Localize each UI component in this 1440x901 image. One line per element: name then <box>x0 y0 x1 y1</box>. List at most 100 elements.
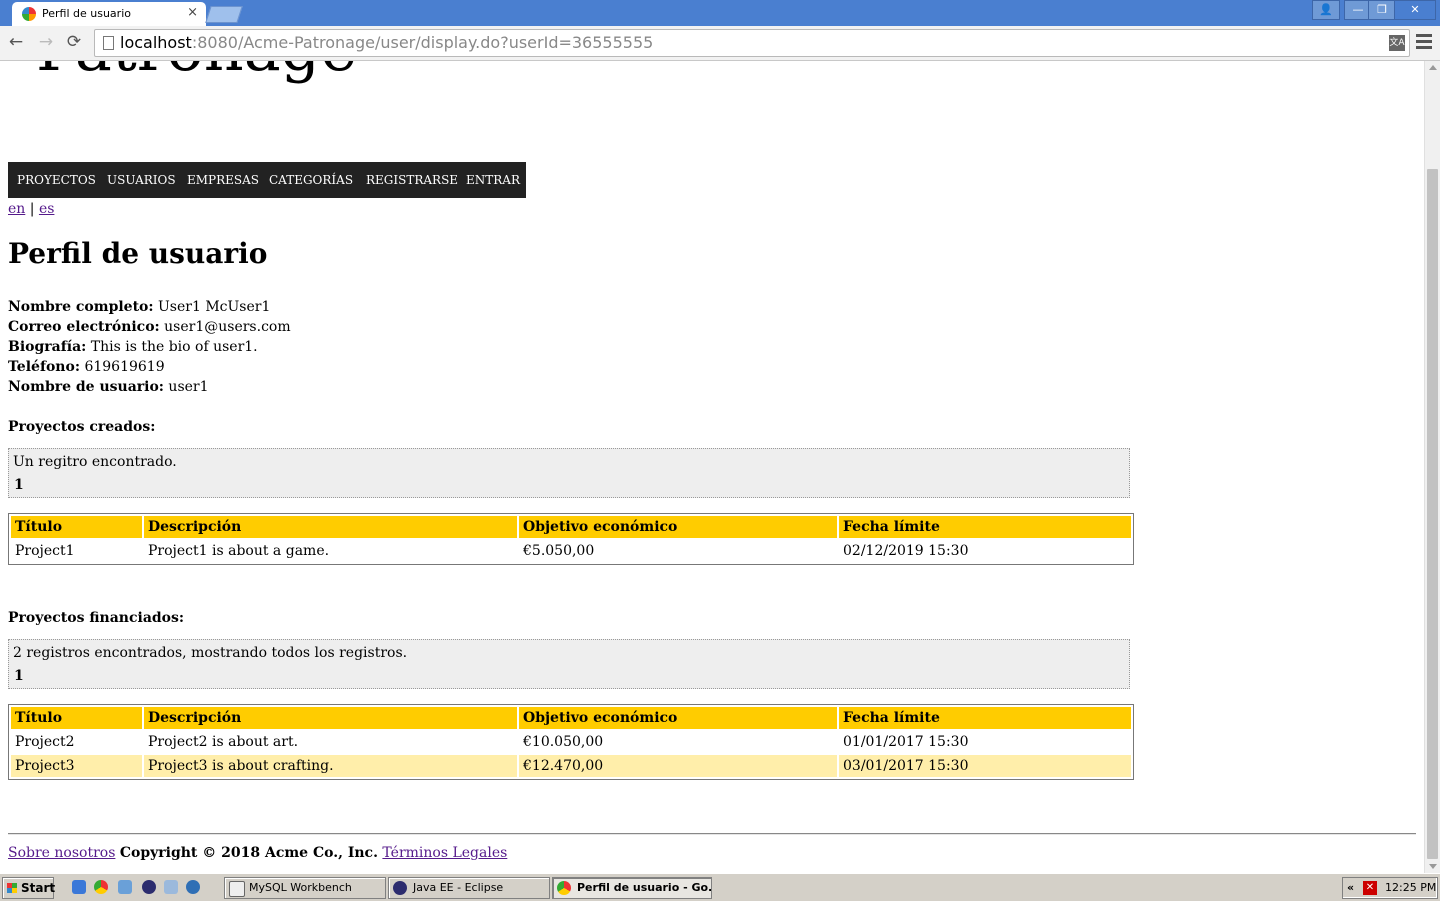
created-page-number[interactable]: 1 <box>14 477 24 493</box>
browser-toolbar: ← → ⟳ localhost:8080/Acme-Patronage/user… <box>0 26 1440 61</box>
fullname-field: Nombre completo: User1 McUser1 <box>8 299 270 315</box>
nav-item-companies[interactable]: EMPRESAS <box>187 162 259 198</box>
eclipse-icon[interactable] <box>142 880 156 894</box>
column-header-deadline[interactable]: Fecha límite <box>839 516 1131 538</box>
funded-projects-table: Título Descripción Objetivo económico Fe… <box>8 704 1134 780</box>
explorer-icon[interactable] <box>118 880 132 894</box>
eclipse-icon <box>393 881 407 895</box>
page-scrollbar[interactable] <box>1424 61 1440 873</box>
task-mysql-workbench[interactable]: MySQL Workbench <box>224 877 386 899</box>
tab-close-icon[interactable]: × <box>187 5 198 20</box>
task-chrome-active[interactable]: Perfil de usuario - Go... <box>552 877 712 899</box>
table-row[interactable]: Project3 Project3 is about crafting. €12… <box>11 755 1131 777</box>
lang-separator: | <box>25 201 39 217</box>
main-nav: PROYECTOS USUARIOS EMPRESAS CATEGORÍAS R… <box>8 162 526 198</box>
email-field: Correo electrónico: user1@users.com <box>8 319 291 335</box>
fullname-value: User1 McUser1 <box>153 299 271 315</box>
reload-icon[interactable]: ⟳ <box>64 32 84 52</box>
phone-field: Teléfono: 619619619 <box>8 359 165 375</box>
funded-page-number[interactable]: 1 <box>14 668 24 684</box>
cell-goal: €10.050,00 <box>519 731 837 753</box>
cell-goal: €5.050,00 <box>519 540 837 562</box>
image-viewer-icon[interactable] <box>164 880 178 894</box>
username-label: Nombre de usuario: <box>8 379 164 395</box>
task-eclipse[interactable]: Java EE - Eclipse <box>388 877 550 899</box>
nav-item-login[interactable]: ENTRAR <box>466 162 520 198</box>
created-banner-text: Un regitro encontrado. <box>13 454 177 470</box>
system-tray: « ✕ 12:25 PM <box>1342 877 1438 899</box>
new-tab-button[interactable] <box>205 6 243 23</box>
created-projects-table: Título Descripción Objetivo económico Fe… <box>8 513 1134 565</box>
clock[interactable]: 12:25 PM <box>1385 878 1436 898</box>
forward-arrow-icon[interactable]: → <box>36 32 56 52</box>
created-projects-label: Proyectos creados: <box>8 419 156 435</box>
address-bar[interactable]: localhost:8080/Acme-Patronage/user/displ… <box>94 29 1410 57</box>
task-label: Java EE - Eclipse <box>413 881 504 894</box>
column-header-title[interactable]: Título <box>11 516 142 538</box>
scrollbar-thumb[interactable] <box>1427 169 1438 859</box>
phone-value: 619619619 <box>80 359 165 375</box>
column-header-title[interactable]: Título <box>11 707 142 729</box>
nav-item-projects[interactable]: PROYECTOS <box>17 162 96 198</box>
column-header-goal[interactable]: Objetivo económico <box>519 516 837 538</box>
start-button[interactable]: Start <box>2 877 55 899</box>
cell-description: Project3 is about crafting. <box>144 755 517 777</box>
bio-label: Biografía: <box>8 339 87 355</box>
footer-divider <box>8 833 1416 835</box>
table-header-row: Título Descripción Objetivo económico Fe… <box>11 516 1131 538</box>
network-icon[interactable] <box>186 880 200 894</box>
nav-item-users[interactable]: USUARIOS <box>107 162 176 198</box>
chrome-icon[interactable] <box>94 880 108 894</box>
site-favicon-icon <box>22 7 36 21</box>
bio-field: Biografía: This is the bio of user1. <box>8 339 258 355</box>
nav-item-register[interactable]: REGISTRARSE <box>366 162 458 198</box>
cell-deadline: 02/12/2019 15:30 <box>839 540 1131 562</box>
os-taskbar: Start MySQL Workbench Java EE - Eclipse … <box>0 873 1440 901</box>
cell-title: Project3 <box>11 755 142 777</box>
cell-goal: €12.470,00 <box>519 755 837 777</box>
translate-icon[interactable]: 文A <box>1389 35 1405 51</box>
scroll-up-icon[interactable] <box>1429 65 1437 70</box>
username-field: Nombre de usuario: user1 <box>8 379 209 395</box>
table-row[interactable]: Project2 Project2 is about art. €10.050,… <box>11 731 1131 753</box>
scroll-down-icon[interactable] <box>1429 864 1437 869</box>
email-label: Correo electrónico: <box>8 319 160 335</box>
ie-icon[interactable] <box>72 880 86 894</box>
page-footer: Sobre nosotros Copyright © 2018 Acme Co.… <box>8 845 507 861</box>
page-icon <box>103 36 114 50</box>
window-restore-button[interactable]: ❐ <box>1368 0 1396 20</box>
table-header-row: Título Descripción Objetivo económico Fe… <box>11 707 1131 729</box>
tab-title: Perfil de usuario <box>42 7 131 20</box>
column-header-description[interactable]: Descripción <box>144 516 517 538</box>
task-label: MySQL Workbench <box>249 881 352 894</box>
cell-title: Project2 <box>11 731 142 753</box>
tray-expand-icon[interactable]: « <box>1347 878 1354 898</box>
email-value: user1@users.com <box>159 319 291 335</box>
copyright-text: Copyright © 2018 Acme Co., Inc. <box>119 845 378 861</box>
window-close-button[interactable]: ✕ <box>1394 0 1436 20</box>
window-user-button[interactable]: 👤 <box>1312 0 1340 20</box>
lang-en-link[interactable]: en <box>8 201 25 217</box>
back-arrow-icon[interactable]: ← <box>6 32 26 52</box>
site-logo[interactable]: Patronage <box>36 61 357 85</box>
chrome-icon <box>557 881 571 895</box>
cell-description: Project2 is about art. <box>144 731 517 753</box>
table-row[interactable]: Project1 Project1 is about a game. €5.05… <box>11 540 1131 562</box>
browser-titlebar: Perfil de usuario × 👤 — ❐ ✕ <box>0 0 1440 26</box>
username-value: user1 <box>163 379 209 395</box>
legal-terms-link[interactable]: Términos Legales <box>382 845 507 861</box>
browser-menu-icon[interactable] <box>1416 32 1432 52</box>
funded-projects-label: Proyectos financiados: <box>8 610 185 626</box>
column-header-goal[interactable]: Objetivo económico <box>519 707 837 729</box>
nav-item-categories[interactable]: CATEGORÍAS <box>269 162 353 198</box>
address-url[interactable]: localhost:8080/Acme-Patronage/user/displ… <box>120 30 653 56</box>
task-label: Perfil de usuario - Go... <box>577 881 712 894</box>
network-error-icon[interactable]: ✕ <box>1363 881 1377 895</box>
lang-es-link[interactable]: es <box>39 201 54 217</box>
column-header-deadline[interactable]: Fecha límite <box>839 707 1131 729</box>
cell-deadline: 03/01/2017 15:30 <box>839 755 1131 777</box>
cell-title: Project1 <box>11 540 142 562</box>
about-link[interactable]: Sobre nosotros <box>8 845 115 861</box>
browser-tab[interactable]: Perfil de usuario × <box>12 2 206 26</box>
column-header-description[interactable]: Descripción <box>144 707 517 729</box>
